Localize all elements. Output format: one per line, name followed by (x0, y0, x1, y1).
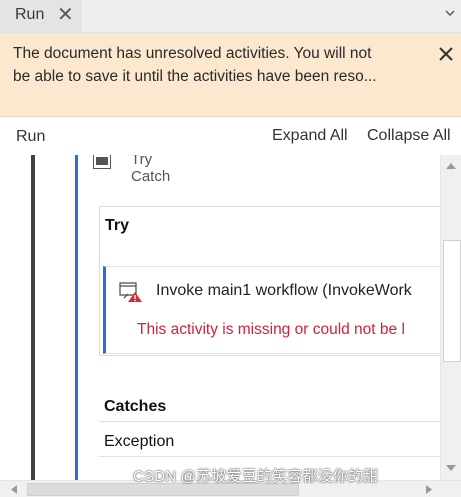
vertical-scrollbar[interactable] (440, 155, 461, 480)
invoke-workflow-error-icon (119, 282, 142, 302)
try-catch-title: Try Catch (131, 155, 171, 185)
designer-canvas[interactable]: Try Catch Try Invoke main1 workflow (Inv… (0, 155, 440, 480)
unresolved-activities-banner: The document has unresolved activities. … (0, 33, 461, 117)
exception-column-header: Exception (99, 427, 440, 457)
sequence-connector (31, 155, 35, 480)
scroll-left-arrow-icon[interactable] (10, 485, 18, 494)
designer-toolbar: Run Expand All Collapse All (0, 117, 461, 155)
activity-error-message: This activity is missing or could not be… (137, 321, 405, 338)
try-label: Try (105, 217, 130, 234)
scroll-up-arrow-icon[interactable] (445, 161, 457, 171)
banner-message: The document has unresolved activities. … (13, 42, 418, 88)
scroll-right-arrow-icon[interactable] (425, 485, 433, 494)
catches-header: Catches (99, 392, 440, 422)
breadcrumb-run[interactable]: Run (16, 128, 45, 146)
chevron-down-icon[interactable] (443, 6, 457, 20)
csdn-watermark: CSDN @苏坡爱豆的笑容都没你的甜 (133, 468, 379, 485)
collapse-all-button[interactable]: Collapse All (367, 127, 451, 145)
tab-strip: Run ✕ (0, 0, 461, 33)
banner-line-1: The document has unresolved activities. … (13, 45, 372, 62)
expand-all-button[interactable]: Expand All (272, 127, 348, 145)
close-icon[interactable] (436, 44, 456, 64)
tab-run[interactable]: Run ✕ (0, 0, 82, 32)
scroll-down-arrow-icon[interactable] (445, 463, 457, 473)
tab-close-icon[interactable]: ✕ (57, 3, 74, 27)
banner-line-2: be able to save it until the activities … (13, 68, 377, 85)
invoke-workflow-title: Invoke main1 workflow (InvokeWork (156, 282, 412, 299)
try-catch-icon (93, 155, 111, 169)
invoke-workflow-activity[interactable]: Invoke main1 workflow (InvokeWork This a… (103, 266, 440, 354)
vertical-scroll-thumb[interactable] (443, 240, 461, 362)
try-section: Try Invoke main1 workflow (InvokeWork Th… (99, 206, 440, 356)
tab-label: Run (15, 6, 45, 23)
try-catch-activity[interactable]: Try Catch Try Invoke main1 workflow (Inv… (75, 155, 440, 480)
